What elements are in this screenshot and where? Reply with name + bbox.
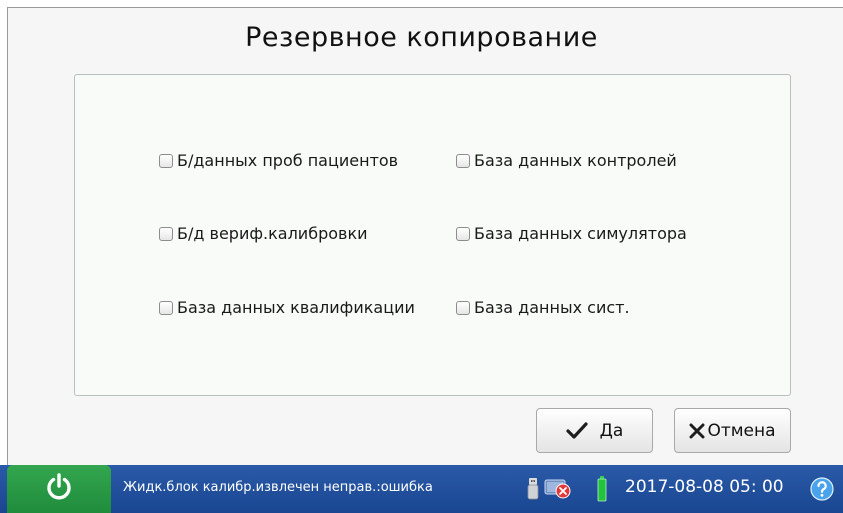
checkbox[interactable] — [456, 153, 470, 168]
checkbox[interactable] — [456, 226, 470, 241]
status-message: Жидк.блок калибр.извлечен неправ.:ошибка — [123, 480, 433, 495]
power-button[interactable] — [7, 465, 111, 513]
help-icon[interactable] — [810, 477, 834, 505]
status-time: 05: 00 — [729, 477, 784, 497]
status-date: 2017-08-08 — [625, 477, 724, 497]
option-patient-samples-db[interactable]: Б/данных проб пациентов — [159, 151, 398, 170]
network-error-icon — [544, 477, 572, 505]
usb-icon — [527, 477, 539, 505]
checkbox[interactable] — [159, 226, 173, 241]
option-qualification-db[interactable]: База данных квалификации — [159, 298, 415, 317]
checkbox[interactable] — [456, 300, 470, 315]
ok-button[interactable]: Да — [536, 408, 653, 453]
option-system-db[interactable]: База данных сист. — [456, 298, 630, 317]
cancel-label: Отмена — [707, 420, 776, 441]
backup-screen: Резервное копирование Б/данных проб паци… — [0, 0, 843, 513]
ok-label: Да — [599, 420, 624, 441]
option-label: База данных симулятора — [474, 224, 687, 243]
option-label: База данных сист. — [474, 298, 630, 317]
battery-icon — [597, 475, 607, 507]
checkbox[interactable] — [159, 153, 173, 168]
check-icon — [566, 421, 588, 440]
option-label: База данных квалификации — [177, 298, 415, 317]
x-icon — [689, 423, 705, 439]
option-calibration-verification-db[interactable]: Б/д вериф.калибровки — [159, 224, 368, 243]
option-label: База данных контролей — [474, 151, 677, 170]
checkbox[interactable] — [159, 300, 173, 315]
option-label: Б/данных проб пациентов — [177, 151, 399, 170]
status-datetime: 2017-08-08 05: 00 — [625, 477, 784, 497]
option-simulator-db[interactable]: База данных симулятора — [456, 224, 687, 243]
dialog-title: Резервное копирование — [245, 22, 598, 53]
option-label: Б/д вериф.калибровки — [177, 224, 368, 243]
option-controls-db[interactable]: База данных контролей — [456, 151, 677, 170]
status-bar: Жидк.блок калибр.извлечен неправ.:ошибка — [0, 465, 843, 513]
power-icon — [46, 473, 72, 505]
cancel-button[interactable]: Отмена — [674, 408, 791, 453]
